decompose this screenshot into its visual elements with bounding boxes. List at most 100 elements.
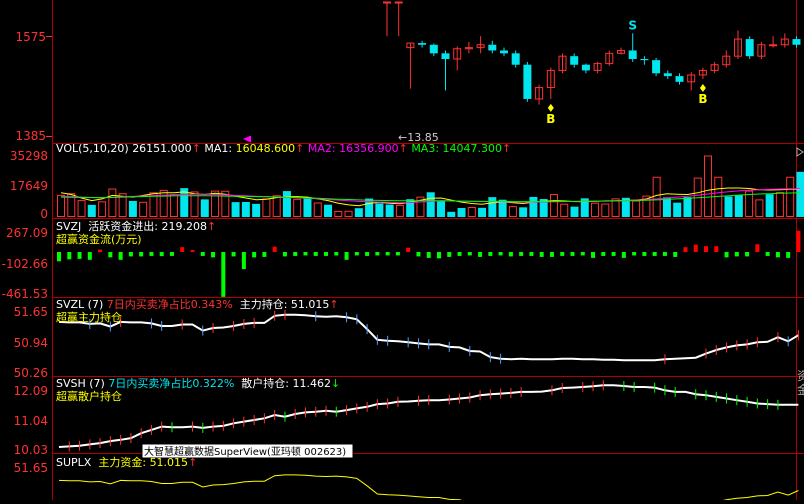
price-tick-low: 1385 — [15, 129, 46, 143]
svzj-tick-mid: -102.66 — [2, 257, 48, 271]
flow-bar — [375, 252, 379, 255]
flow-bar — [416, 252, 420, 256]
volume-bar — [324, 205, 332, 217]
flow-bar — [386, 252, 390, 255]
flow-bar — [468, 252, 472, 255]
flow-bar — [57, 252, 61, 261]
flow-bar — [396, 252, 400, 255]
vol-ma3-arrow: ↑ — [502, 142, 511, 155]
candle-body — [488, 45, 496, 51]
flow-bar — [78, 252, 82, 259]
volume-bar — [735, 195, 743, 217]
svzj-header: SVZJ 活跃资金进出: 219.208↑ — [56, 219, 216, 233]
svzl-hold-arrow: ↑ — [329, 298, 338, 311]
flow-bar — [540, 252, 544, 257]
flow-bar — [334, 252, 338, 255]
candle-body — [793, 39, 801, 45]
flow-bar — [766, 252, 770, 256]
volume-bar — [683, 197, 691, 217]
flow-bar — [262, 252, 266, 257]
flow-bar — [529, 252, 533, 256]
flow-bar — [355, 252, 359, 255]
suplx-header: SUPLX 主力资金: 51.015↑ — [56, 455, 197, 469]
svsh-hold-label: 散户持仓: — [241, 376, 289, 390]
flow-bar — [663, 252, 667, 256]
volume-bar — [242, 202, 250, 217]
flow-bar — [303, 252, 307, 255]
vol-ma1-label: MA1: — [204, 142, 232, 155]
vol-header-name: VOL(5,10,20) — [56, 142, 129, 155]
suplx-header-name: SUPLX — [56, 456, 92, 469]
flow-bar — [499, 252, 503, 255]
flow-bar — [211, 252, 215, 257]
flow-bar — [755, 244, 759, 252]
flow-bar — [735, 252, 739, 256]
volume-bar — [447, 212, 455, 217]
svzl-header-name: SVZL (7) — [56, 298, 103, 311]
candle-body — [418, 43, 426, 45]
vol-ma2-label: MA2: — [308, 142, 336, 155]
candle-body — [512, 53, 520, 64]
vol-tick-max: 35298 — [10, 149, 48, 163]
volume-bar — [88, 205, 96, 217]
svsh-hold-value: 11.462 — [293, 377, 332, 390]
volume-bar — [673, 203, 681, 217]
flow-bar — [745, 252, 749, 256]
volume-bar — [796, 172, 804, 217]
flow-bar — [201, 252, 205, 256]
flow-bar — [252, 252, 256, 257]
volume-bar — [283, 191, 291, 217]
vol-ma3-label: MA3: — [411, 142, 439, 155]
chart-canvas: 1575 1385 35298 17649 0 267.09 -102.66 -… — [0, 0, 804, 500]
flow-bar — [673, 252, 677, 257]
suplx-header-label: 主力资金: — [98, 455, 146, 469]
buy-signal-label: B — [546, 112, 555, 126]
volume-bar — [129, 201, 137, 217]
flow-bar — [170, 252, 174, 256]
flow-bar — [180, 247, 184, 252]
flow-bar — [519, 252, 523, 256]
svzj-subtitle: 超赢资金流(万元) — [56, 232, 142, 246]
flow-bar — [601, 252, 605, 256]
flow-bar — [345, 252, 349, 260]
volume-bar — [458, 208, 466, 217]
flow-bar — [406, 248, 410, 252]
flow-bar — [160, 252, 164, 256]
svzj-tick-max: 267.09 — [6, 226, 48, 240]
buy-signal-label: B — [698, 92, 707, 106]
volume-bar — [252, 204, 260, 217]
flow-bar — [488, 252, 492, 256]
svzl-ratio-value: 0.343% — [191, 298, 233, 311]
candle-body — [640, 59, 648, 60]
vol-header-value: 26151.000 — [132, 142, 192, 155]
volume-bar — [663, 197, 671, 217]
flow-bar — [139, 252, 143, 256]
flow-bar — [581, 252, 585, 255]
candle-body — [384, 2, 391, 3]
right-edge-glyph-b: 金 — [797, 382, 804, 397]
flow-bar — [324, 252, 328, 256]
flow-bar — [571, 252, 575, 256]
candle-body — [582, 65, 590, 71]
svsh-tick-min: 10.03 — [14, 443, 48, 457]
vol-ma1-value: 16048.600 — [236, 142, 296, 155]
svsh-hold-arrow: ↓ — [331, 377, 340, 390]
svzl-subtitle: 超赢主力持仓 — [56, 310, 122, 324]
flow-bar — [694, 245, 698, 252]
flow-bar — [683, 247, 687, 252]
flow-bar — [704, 246, 708, 252]
vol-header: VOL(5,10,20) 26151.000↑ MA1: 16048.600↑ … — [56, 142, 511, 155]
candle-body — [442, 53, 450, 59]
flow-bar — [550, 252, 554, 257]
flow-bar — [653, 252, 657, 256]
flow-bar — [98, 250, 102, 252]
svzj-header-arrow: ↑ — [207, 220, 216, 233]
volume-bar — [725, 196, 733, 217]
suplx-header-arrow: ↑ — [188, 456, 197, 469]
candle-body — [770, 45, 777, 46]
price-tick-high: 1575 — [15, 30, 46, 44]
vol-header-arrow: ↑ — [192, 142, 201, 155]
chart-background — [0, 0, 804, 500]
flow-bar — [129, 252, 133, 256]
flow-bar — [714, 246, 718, 252]
